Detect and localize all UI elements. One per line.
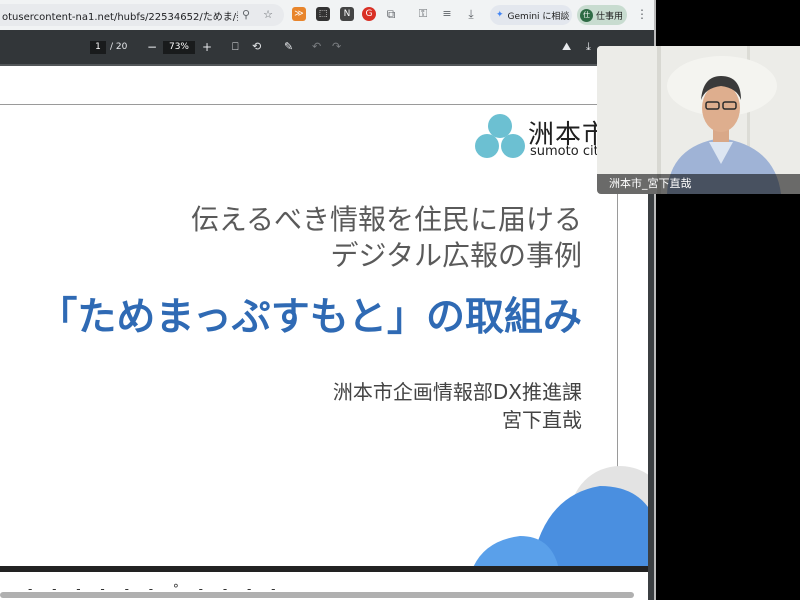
drive-save-icon[interactable]: ⛰	[562, 30, 571, 64]
participant-video-feed	[597, 46, 800, 194]
profile-button[interactable]: 仕 仕事用	[577, 5, 627, 25]
browser-toolbar: otusercontent-na1.net/hubfs/22534652/ためま…	[0, 0, 654, 30]
profile-avatar: 仕	[580, 8, 593, 22]
gemini-label: Gemini に相談	[507, 11, 570, 22]
page-number-input[interactable]: 1	[90, 41, 106, 54]
zoom-input[interactable]: 73%	[163, 41, 195, 54]
sumoto-logo-icon	[475, 114, 525, 158]
extension-4-icon[interactable]: G	[362, 7, 376, 21]
pdf-toolbar: 1 / 20 − 73% + ⎕ ⟲ ✎ ↶ ↷ ⛰ ⤓	[0, 30, 654, 64]
extension-2-icon[interactable]: ⬚	[316, 7, 330, 21]
decorative-blobs	[473, 466, 648, 566]
participant-name-label: 洲本市_宮下直哉	[597, 174, 800, 194]
search-icon[interactable]: ⚲	[238, 7, 254, 23]
extension-1-icon[interactable]: ≫	[292, 7, 306, 21]
bookmark-star-icon[interactable]: ☆	[260, 7, 276, 23]
more-menu-icon[interactable]: ⋮	[636, 7, 648, 21]
logo-subtext: sumoto city	[530, 144, 607, 159]
zoom-out-button[interactable]: −	[147, 30, 157, 64]
undo-icon[interactable]: ↶	[312, 30, 321, 64]
horizontal-scrollbar[interactable]	[0, 592, 634, 598]
url-text[interactable]: otusercontent-na1.net/hubfs/22534652/ためま…	[2, 8, 238, 23]
slide-subtitle-line1: 伝えるべき情報を住民に届ける	[190, 203, 582, 236]
slide-subtitle-line2: デジタル広報の事例	[330, 239, 582, 272]
extensions-puzzle-icon[interactable]: ⧉	[384, 7, 398, 21]
slide-page-1: 洲本市 sumoto city 伝えるべき情報を住民に届ける デジタル広報の事例…	[0, 66, 648, 566]
participant-video-tile[interactable]: 洲本市_宮下直哉	[597, 46, 800, 194]
presenter-name: 宮下直哉	[502, 408, 582, 432]
redo-icon[interactable]: ↷	[332, 30, 341, 64]
pdf-viewer[interactable]: 洲本市 sumoto city 伝えるべき情報を住民に届ける デジタル広報の事例…	[0, 64, 654, 600]
pdf-download-icon[interactable]: ⤓	[586, 30, 591, 64]
extension-3-icon[interactable]: N	[340, 7, 354, 21]
profile-label: 仕事用	[596, 11, 624, 22]
download-icon[interactable]: ⤓	[464, 7, 478, 21]
fit-page-icon[interactable]: ⎕	[232, 30, 239, 64]
key-icon[interactable]: ⚿	[416, 7, 430, 21]
slide-title: 「ためまっぷすもと」の取組み	[38, 295, 582, 340]
department-name: 洲本市企画情報部DX推進課	[332, 380, 582, 404]
address-bar[interactable]: otusercontent-na1.net/hubfs/22534652/ためま…	[0, 4, 284, 26]
annotate-icon[interactable]: ✎	[284, 30, 293, 64]
gemini-sparkle-icon: ✦	[496, 10, 504, 20]
zoom-in-button[interactable]: +	[202, 30, 212, 64]
page-total: / 20	[110, 42, 128, 52]
rotate-icon[interactable]: ⟲	[252, 30, 261, 64]
gemini-button[interactable]: ✦ Gemini に相談	[490, 5, 572, 25]
browser-window: otusercontent-na1.net/hubfs/22534652/ためま…	[0, 0, 656, 600]
translate-icon[interactable]: ≡	[440, 7, 454, 21]
